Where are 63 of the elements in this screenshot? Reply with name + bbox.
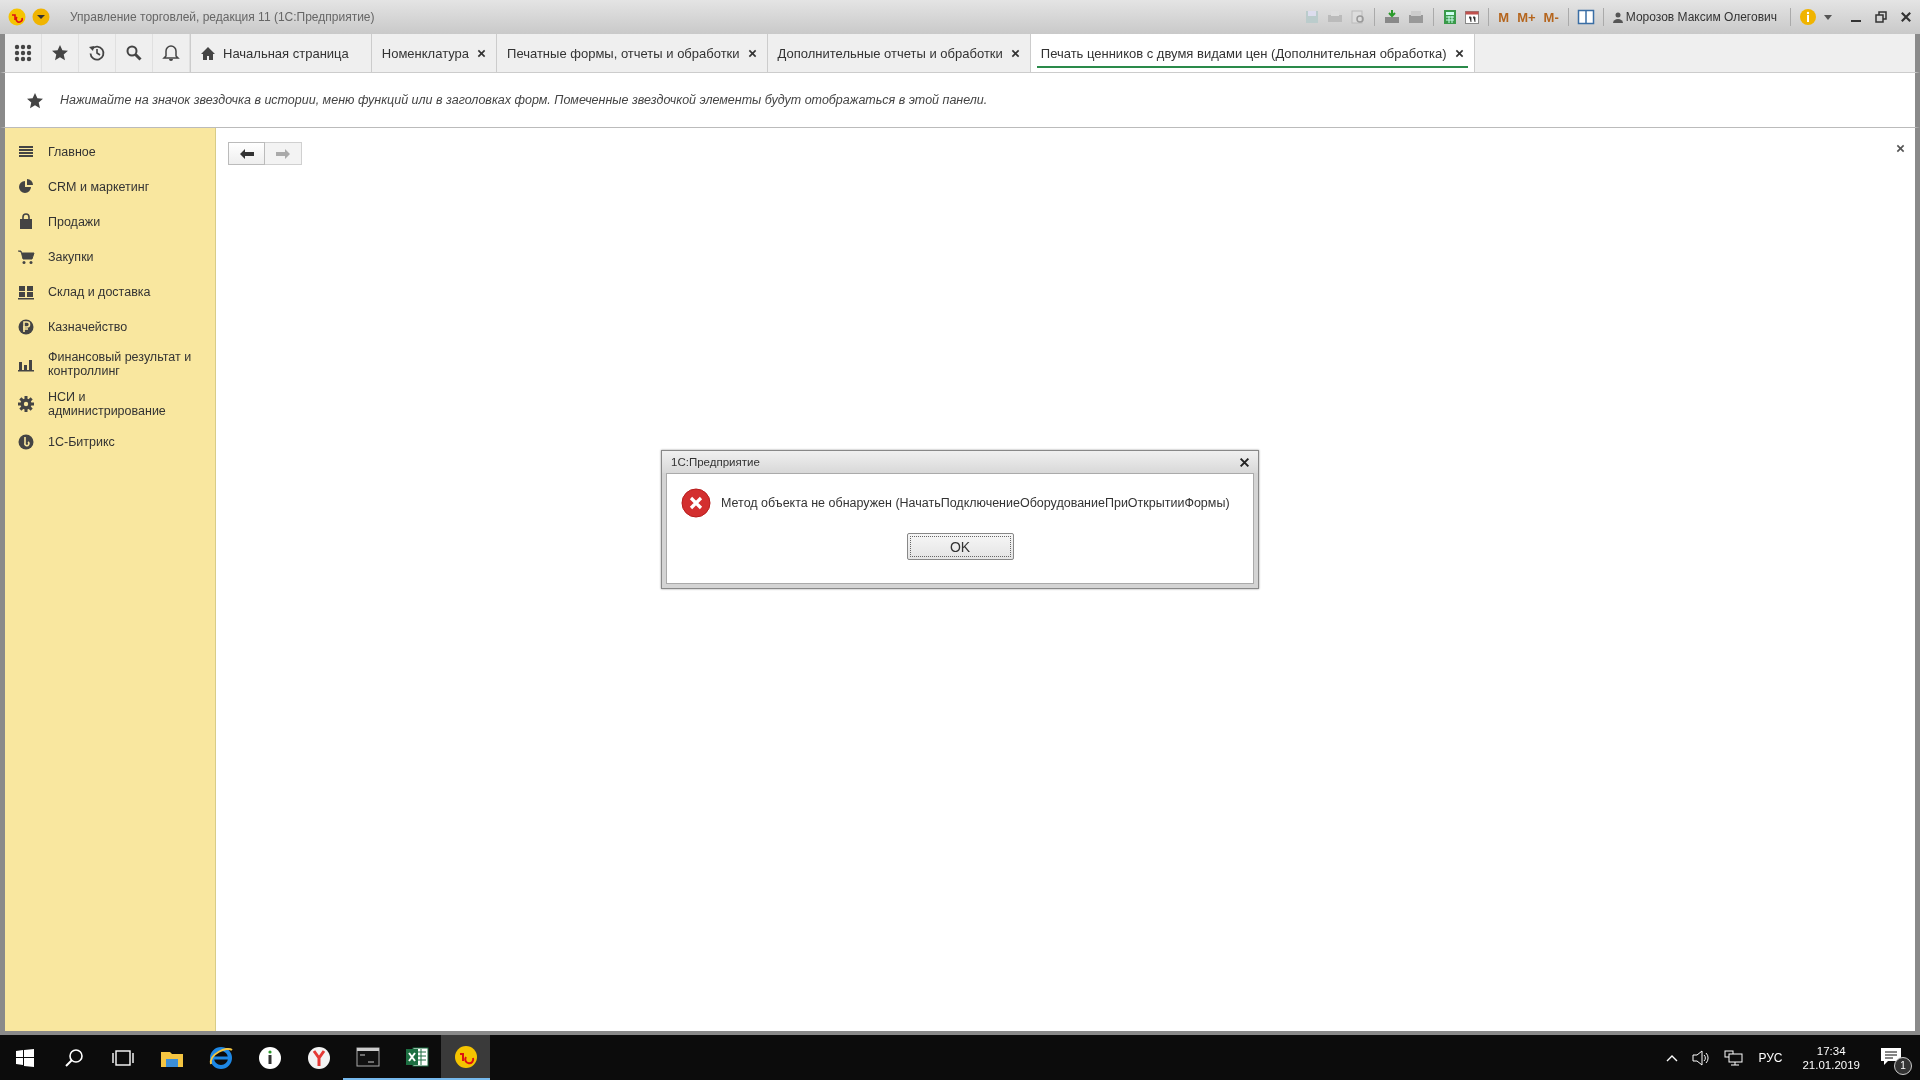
window-title: Управление торговлей, редакция 11 (1С:Предприятие)	[70, 10, 376, 24]
caret-icon[interactable]	[1823, 12, 1833, 22]
restore-icon[interactable]	[1875, 11, 1887, 23]
app-logo-icon[interactable]	[8, 8, 26, 26]
sidebar-item[interactable]: Продажи	[5, 204, 215, 239]
arrow-right-icon	[276, 148, 290, 159]
tab[interactable]: Номенклатура	[371, 34, 498, 72]
sidebar-item[interactable]: Склад и доставка	[5, 274, 215, 309]
search-icon[interactable]	[63, 1047, 84, 1068]
calculator-icon[interactable]	[1442, 9, 1459, 25]
close-icon[interactable]	[1896, 144, 1905, 153]
start-icon[interactable]	[15, 1048, 34, 1067]
close-icon[interactable]	[1239, 456, 1250, 468]
tab[interactable]: Печатные формы, отчеты и обработки	[497, 34, 768, 72]
bell-icon[interactable]	[162, 44, 180, 62]
close-tab-icon[interactable]	[477, 48, 487, 58]
shopping-bag-icon	[17, 212, 35, 231]
sidebar-item[interactable]: Казначейство	[5, 309, 215, 344]
notifications-icon[interactable]	[1880, 1046, 1902, 1067]
sidebar-item[interactable]: Закупки	[5, 239, 215, 274]
load-icon[interactable]	[1383, 9, 1402, 25]
volume-icon[interactable]	[1692, 1049, 1711, 1066]
close-icon[interactable]	[1900, 11, 1912, 23]
tab[interactable]: Дополнительные отчеты и обработки	[767, 34, 1031, 72]
dialog-title: 1С:Предприятие	[671, 456, 761, 468]
calendar-icon[interactable]	[1464, 9, 1481, 25]
panels-icon[interactable]	[1576, 9, 1595, 25]
gear-icon	[17, 395, 35, 413]
favorites-hint: Нажимайте на значок звездочка в истории, меню функций или в заголовках форм. Помеченные звездочкой элементы будут отображаться в этой панели.	[60, 93, 988, 107]
taskbar-app[interactable]	[441, 1035, 490, 1080]
ruble-coin-icon	[17, 317, 35, 336]
home-icon	[201, 46, 215, 60]
star-icon	[26, 91, 44, 109]
clock[interactable]: 17:34 21.01.2019	[1802, 1044, 1860, 1071]
ok-button[interactable]: OK	[906, 533, 1014, 560]
user-name[interactable]: Морозов Максим Олегович	[1612, 10, 1777, 24]
star-icon[interactable]	[51, 44, 69, 62]
menu-dropdown-icon[interactable]	[32, 8, 50, 26]
notification-count: 1	[1894, 1056, 1912, 1075]
sidebar-item[interactable]: Финансовый результат и контроллинг	[5, 344, 215, 384]
sidebar-item[interactable]: Главное	[5, 134, 215, 169]
task-view-icon[interactable]	[111, 1048, 134, 1067]
error-message: Метод объекта не обнаружен (НачатьПодключениеОборудованиеПриОткрытииФормы)	[721, 496, 1230, 510]
sidebar-item[interactable]: НСИ и администрирование	[5, 384, 215, 424]
chevron-up-icon[interactable]	[1666, 1053, 1679, 1062]
user-icon	[1612, 11, 1623, 23]
sidebar-item[interactable]: 1С-Битрикс	[5, 424, 215, 459]
sidebar-item[interactable]: CRM и маркетинг	[5, 169, 215, 204]
cart-icon	[17, 247, 35, 266]
language-indicator[interactable]: РУС	[1758, 1050, 1783, 1065]
network-icon[interactable]	[1724, 1049, 1745, 1066]
pie-chart-icon	[17, 177, 35, 196]
close-tab-icon[interactable]	[747, 48, 757, 58]
search-icon[interactable]	[125, 44, 143, 62]
close-tab-icon[interactable]	[1454, 48, 1464, 58]
tab[interactable]: Начальная страница	[191, 34, 372, 72]
tab[interactable]: Печать ценников с двумя видами цен (Дополнительная обработка)	[1030, 34, 1475, 72]
apps-icon[interactable]	[14, 44, 32, 62]
history-icon[interactable]	[88, 44, 106, 62]
arrow-left-icon	[239, 148, 254, 159]
back-button[interactable]	[228, 142, 265, 165]
close-tab-icon[interactable]	[1010, 48, 1020, 58]
error-icon	[681, 488, 711, 518]
